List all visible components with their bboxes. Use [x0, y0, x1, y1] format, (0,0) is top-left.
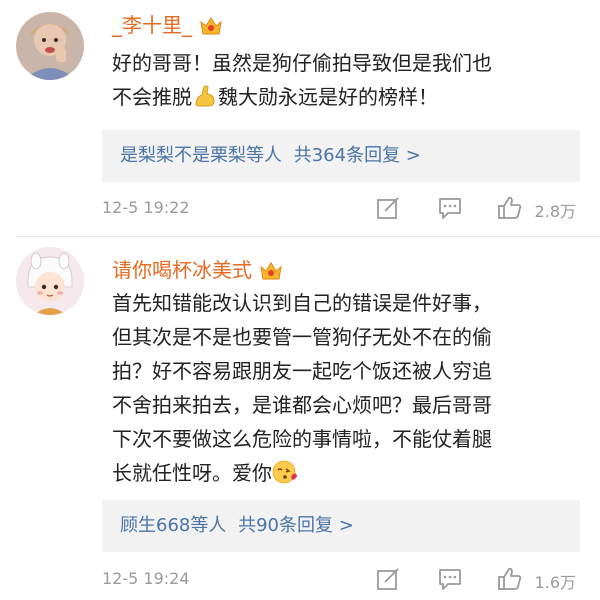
reply-names[interactable]: 是梨梨不是栗梨等人: [120, 145, 282, 166]
like-count: 1.6万: [534, 573, 576, 592]
comment-line: 好的哥哥！虽然是狗仔偷拍导致但是我们也: [112, 51, 492, 75]
comment-text: 首先知错能改认识到自己的错误是件好事， 但其次是不是也要管一管狗仔无处不在的偷 …: [112, 286, 582, 490]
comment-line: 不舍拍来拍去，是谁都会心烦吧？最后哥哥: [112, 393, 492, 417]
comment-meta: 12-5 19:22 2.8万: [102, 194, 580, 224]
comment-item: _李十里_ 好的哥哥！虽然是狗仔偷拍导致但是我们也 不会推脱 魏大勋永远是好的榜…: [0, 0, 600, 236]
reply-summary[interactable]: 顾生668等人 共90条回复 >: [102, 500, 580, 552]
reply-count[interactable]: 共90条回复 >: [238, 515, 354, 536]
reply-count[interactable]: 共364条回复 >: [294, 145, 421, 166]
reply-summary[interactable]: 是梨梨不是栗梨等人 共364条回复 >: [102, 130, 580, 182]
comment-line: 不会推脱 魏大勋永远是好的榜样！: [112, 80, 582, 114]
avatar-cartoon-icon: [16, 247, 84, 315]
reply-names[interactable]: 顾生668等人: [120, 515, 226, 536]
comment-text: 好的哥哥！虽然是狗仔偷拍导致但是我们也 不会推脱 魏大勋永远是好的榜样！: [112, 46, 582, 114]
edit-icon[interactable]: [374, 194, 402, 222]
avatar-photo-icon: [16, 12, 84, 80]
vip-crown-icon: [200, 17, 222, 35]
comment-icon[interactable]: [436, 565, 464, 593]
comment-item: 请你喝杯冰美式 首先知错能改认识到自己的错误是件好事， 但其次是不是也要管一管狗…: [0, 237, 600, 600]
comment-line: 拍？好不容易跟朋友一起吃个饭还被人穷追: [112, 359, 492, 383]
username-text[interactable]: 请你喝杯冰美式: [112, 257, 252, 283]
comment-line: 长就任性呀。爱你: [112, 456, 582, 490]
username[interactable]: 请你喝杯冰美式: [112, 257, 284, 283]
timestamp: 12-5 19:22: [102, 198, 190, 217]
thumbs-up-icon[interactable]: [496, 565, 524, 593]
thumbs-up-icon[interactable]: [496, 194, 524, 222]
timestamp: 12-5 19:24: [102, 569, 190, 588]
comment-line-text: 不会推脱: [112, 85, 192, 109]
comment-line-text: 魏大勋永远是好的榜样！: [218, 85, 438, 109]
comment-meta: 12-5 19:24 1.6万: [102, 565, 580, 595]
avatar[interactable]: [16, 247, 84, 315]
edit-icon[interactable]: [374, 565, 402, 593]
avatar[interactable]: [16, 12, 84, 80]
comment-line: 首先知错能改认识到自己的错误是件好事，: [112, 291, 492, 315]
flexed-biceps-emoji-icon: [195, 85, 215, 107]
comment-line: 下次不要做这么危险的事情啦，不能仗着腿: [112, 427, 492, 451]
comment-line: 但其次是不是也要管一管狗仔无处不在的偷: [112, 325, 492, 349]
like-count: 2.8万: [534, 202, 576, 221]
vip-crown-icon: [260, 262, 282, 280]
comment-line-text: 长就任性呀。爱你: [112, 461, 272, 485]
username[interactable]: _李十里_: [112, 12, 224, 38]
face-blowing-kiss-emoji-icon: [272, 460, 297, 484]
comment-icon[interactable]: [436, 194, 464, 222]
username-text[interactable]: _李十里_: [112, 12, 192, 38]
